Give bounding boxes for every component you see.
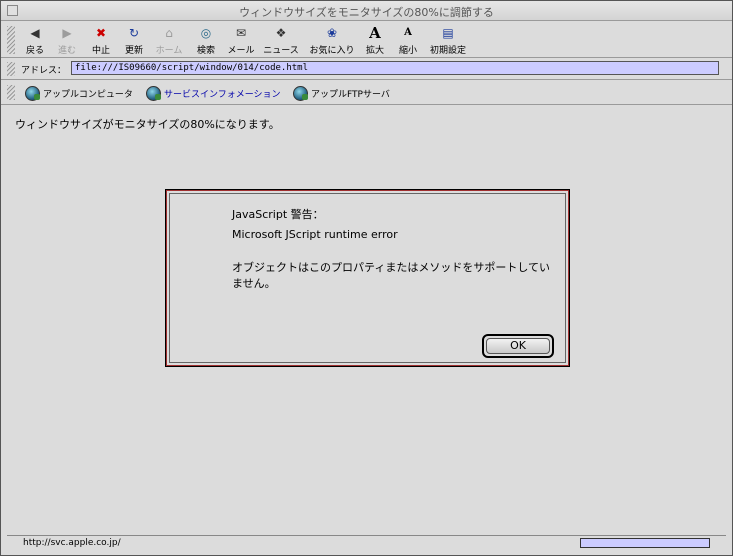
progress-bar <box>580 538 710 548</box>
ok-button[interactable]: OK <box>482 334 554 358</box>
toolbar-button-mail[interactable]: ✉ メール <box>227 25 255 57</box>
toolbar-button-home[interactable]: ⌂ ホーム <box>154 25 184 57</box>
search-globe-icon: ◎ <box>200 26 212 40</box>
toolbar-button-label: 拡大 <box>365 46 384 56</box>
favorites-bar: アップルコンピュータ サービスインフォメーション アップルFTPサーバ <box>1 81 732 105</box>
toolbar-button-refresh[interactable]: ↻ 更新 <box>123 25 145 57</box>
page-text: ウィンドウサイズがモニタサイズの80%になります。 <box>15 118 280 131</box>
favorite-label: アップルFTPサーバ <box>311 89 390 100</box>
mail-icon: ✉ <box>235 26 247 40</box>
globe-icon <box>25 85 40 101</box>
toolbar: ◀ 戻る ▶ 進む ✖ 中止 ↻ 更新 ⌂ ホーム ◎ 検索 ✉ メール ❖ ニュース ❀ お気に入り A 拡大 A 縮小… <box>1 22 732 58</box>
toolbar-button-stop[interactable]: ✖ 中止 <box>90 25 112 57</box>
home-icon: ⌂ <box>165 26 173 40</box>
address-label: アドレス： <box>21 66 67 76</box>
toolbar-button-label: メール <box>227 46 255 56</box>
toolbar-button-label: 戻る <box>25 46 44 56</box>
browser-window: ウィンドウサイズをモニタサイズの80%に調節する ◀ 戻る ▶ 進む ✖ 中止 ↻ 更新 ⌂ ホー… <box>0 0 733 556</box>
toolbar-button-text-smaller[interactable]: A 縮小 <box>397 25 419 57</box>
address-bar: アドレス： file:///IS09660/script/window/014/… <box>1 59 732 80</box>
toolbar-button-search-globe[interactable]: ◎ 検索 <box>195 25 217 57</box>
back-arrow-icon: ◀ <box>30 26 40 40</box>
favorites-icon: ❀ <box>326 26 338 40</box>
title-bar[interactable]: ウィンドウサイズをモニタサイズの80%に調節する <box>1 1 732 21</box>
toolbar-button-label: ニュース <box>263 46 299 56</box>
dialog-error: Microsoft JScript runtime error <box>232 228 398 241</box>
status-bar: http://svc.apple.co.jp/ <box>7 535 726 549</box>
refresh-icon: ↻ <box>128 26 140 40</box>
toolbar-button-text-larger[interactable]: A 拡大 <box>364 25 386 57</box>
toolbar-button-label: 縮小 <box>398 46 417 56</box>
toolbar-button-label: 更新 <box>124 46 143 56</box>
favorite-service-info[interactable]: サービスインフォメーション <box>146 84 281 102</box>
stop-icon: ✖ <box>95 26 107 40</box>
toolbar-button-label: 中止 <box>91 46 110 56</box>
toolbar-button-label: 進む <box>57 46 76 56</box>
toolbar-button-label: お気に入り <box>309 46 355 56</box>
toolbar-button-label: 検索 <box>196 46 215 56</box>
toolbar-button-forward-arrow[interactable]: ▶ 進む <box>56 25 78 57</box>
toolbar-grip-icon[interactable] <box>7 26 15 54</box>
preferences-icon: ▤ <box>442 26 454 40</box>
address-grip-icon[interactable] <box>7 62 15 76</box>
forward-arrow-icon: ▶ <box>62 26 72 40</box>
text-larger-icon: A <box>369 24 381 42</box>
ok-button-label: OK <box>486 338 550 354</box>
globe-icon <box>293 85 308 101</box>
dialog-message: オブジェクトはこのプロパティまたはメソッドをサポートしていません。 <box>232 261 551 290</box>
toolbar-button-back-arrow[interactable]: ◀ 戻る <box>25 25 45 57</box>
toolbar-button-news[interactable]: ❖ ニュース <box>263 25 299 57</box>
toolbar-button-preferences[interactable]: ▤ 初期設定 <box>429 25 467 57</box>
favorite-label: アップルコンピュータ <box>43 89 133 100</box>
toolbar-button-label: ホーム <box>155 46 183 56</box>
toolbar-button-label: 初期設定 <box>429 46 466 56</box>
address-input[interactable]: file:///IS09660/script/window/014/code.h… <box>71 61 719 75</box>
status-text: http://svc.apple.co.jp/ <box>23 538 121 548</box>
text-smaller-icon: A <box>404 27 412 38</box>
globe-icon <box>146 85 161 101</box>
favorite-apple-computer[interactable]: アップルコンピュータ <box>25 84 133 102</box>
favorites-grip-icon[interactable] <box>7 85 15 100</box>
window-title: ウィンドウサイズをモニタサイズの80%に調節する <box>239 6 494 19</box>
favorite-apple-ftp[interactable]: アップルFTPサーバ <box>293 84 390 102</box>
alert-dialog: JavaScript 警告： Microsoft JScript runtime… <box>165 189 570 367</box>
dialog-title: JavaScript 警告： <box>232 208 324 221</box>
favorite-label: サービスインフォメーション <box>164 89 281 100</box>
toolbar-button-favorites[interactable]: ❀ お気に入り <box>308 25 356 57</box>
news-icon: ❖ <box>275 26 287 40</box>
